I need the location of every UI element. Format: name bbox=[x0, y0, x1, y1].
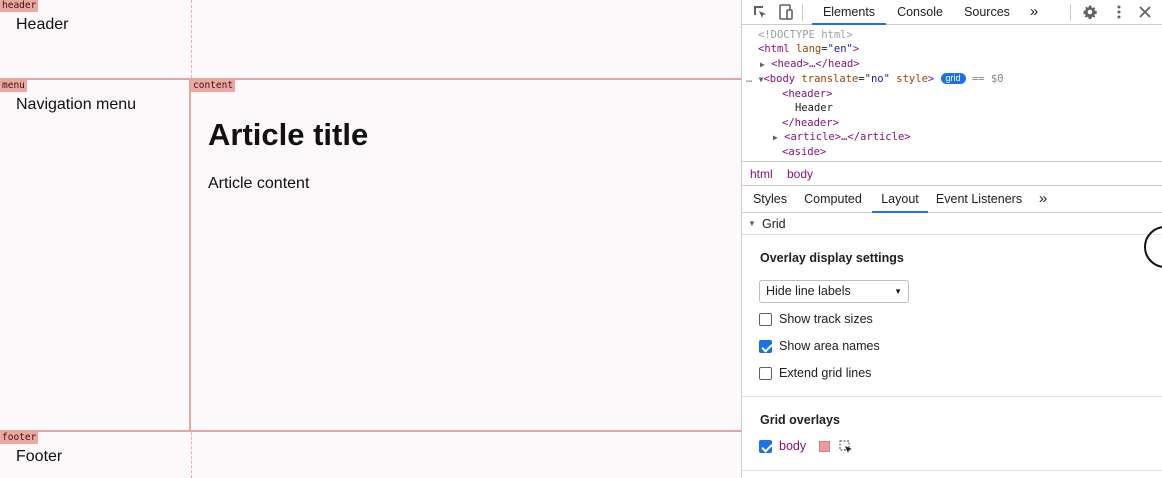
inspect-element-icon[interactable] bbox=[752, 4, 768, 20]
html-lang-value: "en" bbox=[827, 43, 853, 55]
more-tabs-chevron-icon[interactable]: » bbox=[1025, 0, 1043, 25]
doctype-text: <!DOCTYPE html> bbox=[758, 29, 853, 41]
tab-event-listeners[interactable]: Event Listeners bbox=[934, 186, 1024, 213]
area-label-header: header bbox=[0, 0, 39, 12]
page-preview: header menu content footer Header Naviga… bbox=[0, 0, 741, 478]
page-footer-text: Footer bbox=[16, 448, 63, 465]
grid-col-line-dashed-top bbox=[191, 0, 192, 78]
body-open-tag: <body bbox=[763, 73, 796, 85]
expand-triangle-icon[interactable]: ▶ bbox=[773, 133, 778, 142]
body-translate-value: "no" bbox=[864, 73, 890, 85]
header-close-tag: </header> bbox=[782, 117, 839, 129]
dom-header-open-line[interactable]: <header> bbox=[782, 87, 833, 101]
body-close-bracket: > bbox=[927, 73, 935, 85]
grid-row-line-2 bbox=[0, 78, 741, 80]
extend-grid-lines-label: Extend grid lines bbox=[779, 366, 872, 380]
grid-overlays-title: Grid overlays bbox=[760, 413, 840, 427]
tab-computed[interactable]: Computed bbox=[800, 186, 866, 213]
show-track-sizes-label: Show track sizes bbox=[779, 312, 873, 326]
dom-doctype-line[interactable]: <!DOCTYPE html> bbox=[758, 28, 853, 42]
body-translate-attr: translate bbox=[801, 73, 859, 85]
toolbar-separator bbox=[1070, 4, 1071, 21]
device-toolbar-icon[interactable] bbox=[778, 4, 794, 20]
line-labels-select[interactable]: Hide line labels ▼ bbox=[759, 280, 909, 303]
devtools-panel: Elements Console Sources » <!DOCTYPE htm… bbox=[741, 0, 1162, 478]
overlay-item-body[interactable]: body bbox=[759, 439, 889, 456]
article-collapsed-tag: <article>…</article> bbox=[784, 131, 911, 143]
article-content: Article content bbox=[208, 175, 310, 192]
breadcrumb-html[interactable]: html bbox=[750, 167, 773, 181]
html-close-bracket: > bbox=[852, 43, 860, 55]
section-divider bbox=[742, 396, 1162, 397]
toolbar-separator bbox=[802, 4, 803, 21]
grid-section-header[interactable]: ▼ Grid bbox=[742, 214, 1162, 235]
dom-header-text-line[interactable]: Header bbox=[795, 101, 833, 115]
aside-open-tag: <aside> bbox=[782, 146, 827, 158]
area-label-menu: menu bbox=[0, 80, 27, 92]
html-open-tag: <html bbox=[758, 43, 790, 55]
show-area-names-checkbox[interactable] bbox=[759, 340, 772, 353]
breadcrumb: html body bbox=[742, 161, 1162, 186]
dom-head-line[interactable]: ▶ <head>…</head> bbox=[760, 57, 860, 72]
dom-aside-line[interactable]: <aside> bbox=[782, 145, 826, 159]
more-subtabs-chevron-icon[interactable]: » bbox=[1034, 186, 1052, 213]
header-text-node: Header bbox=[795, 102, 833, 114]
grid-section-title: Grid bbox=[762, 217, 786, 231]
tab-elements[interactable]: Elements bbox=[812, 0, 886, 25]
overlay-color-swatch[interactable] bbox=[819, 441, 830, 452]
tab-layout[interactable]: Layout bbox=[872, 186, 928, 213]
body-style-attr: style bbox=[896, 73, 928, 85]
grid-row-line-3 bbox=[0, 430, 741, 432]
tab-styles[interactable]: Styles bbox=[746, 186, 794, 213]
highlight-element-icon[interactable] bbox=[839, 440, 853, 454]
show-area-names-label: Show area names bbox=[779, 339, 880, 353]
expand-triangle-icon[interactable]: ▶ bbox=[760, 60, 765, 69]
header-open-tag: <header> bbox=[782, 88, 833, 100]
navigation-menu-text: Navigation menu bbox=[16, 96, 137, 113]
dom-article-line[interactable]: ▶ <article>…</article> bbox=[773, 130, 911, 145]
dom-html-line[interactable]: <html lang="en"> bbox=[758, 42, 859, 56]
dom-tree: <!DOCTYPE html> <html lang="en"> ▶ <head… bbox=[742, 26, 1162, 161]
dom-header-close-line[interactable]: </header> bbox=[782, 116, 839, 130]
selected-node-marker: == $0 bbox=[971, 73, 1004, 85]
breadcrumb-body[interactable]: body bbox=[787, 167, 813, 181]
line-labels-select-value: Hide line labels bbox=[766, 284, 851, 298]
ellipsis-icon[interactable]: … bbox=[746, 73, 752, 85]
show-track-sizes-checkbox[interactable] bbox=[759, 313, 772, 326]
dom-body-line-selected[interactable]: … ▼<body translate="no" style> grid == $… bbox=[746, 72, 1162, 87]
close-icon[interactable] bbox=[1137, 4, 1153, 20]
area-label-content: content bbox=[191, 80, 236, 92]
kebab-menu-icon[interactable] bbox=[1111, 4, 1127, 20]
grid-col-line-2 bbox=[189, 78, 191, 432]
tab-console[interactable]: Console bbox=[892, 0, 948, 25]
body-overlay-label: body bbox=[779, 439, 807, 453]
collapse-triangle-icon[interactable]: ▼ bbox=[748, 214, 756, 234]
area-label-footer: footer bbox=[0, 432, 39, 444]
extend-grid-lines-checkbox[interactable] bbox=[759, 367, 772, 380]
devtools-toolbar: Elements Console Sources » bbox=[742, 0, 1162, 25]
sidebar-tabs: Styles Computed Layout Event Listeners » bbox=[742, 186, 1162, 213]
overlay-display-settings-title: Overlay display settings bbox=[760, 251, 904, 265]
page-header-text: Header bbox=[16, 16, 69, 33]
chevron-down-icon: ▼ bbox=[894, 287, 902, 296]
article-title: Article title bbox=[208, 117, 369, 152]
section-divider bbox=[742, 470, 1162, 471]
head-collapsed-tag: <head>…</head> bbox=[771, 58, 860, 70]
grid-col-line-dashed-bottom bbox=[191, 432, 192, 478]
html-lang-attr: lang bbox=[795, 43, 822, 55]
tab-sources[interactable]: Sources bbox=[957, 0, 1017, 25]
gear-icon[interactable] bbox=[1082, 4, 1098, 20]
body-overlay-checkbox[interactable] bbox=[759, 440, 772, 453]
grid-badge[interactable]: grid bbox=[940, 73, 966, 84]
